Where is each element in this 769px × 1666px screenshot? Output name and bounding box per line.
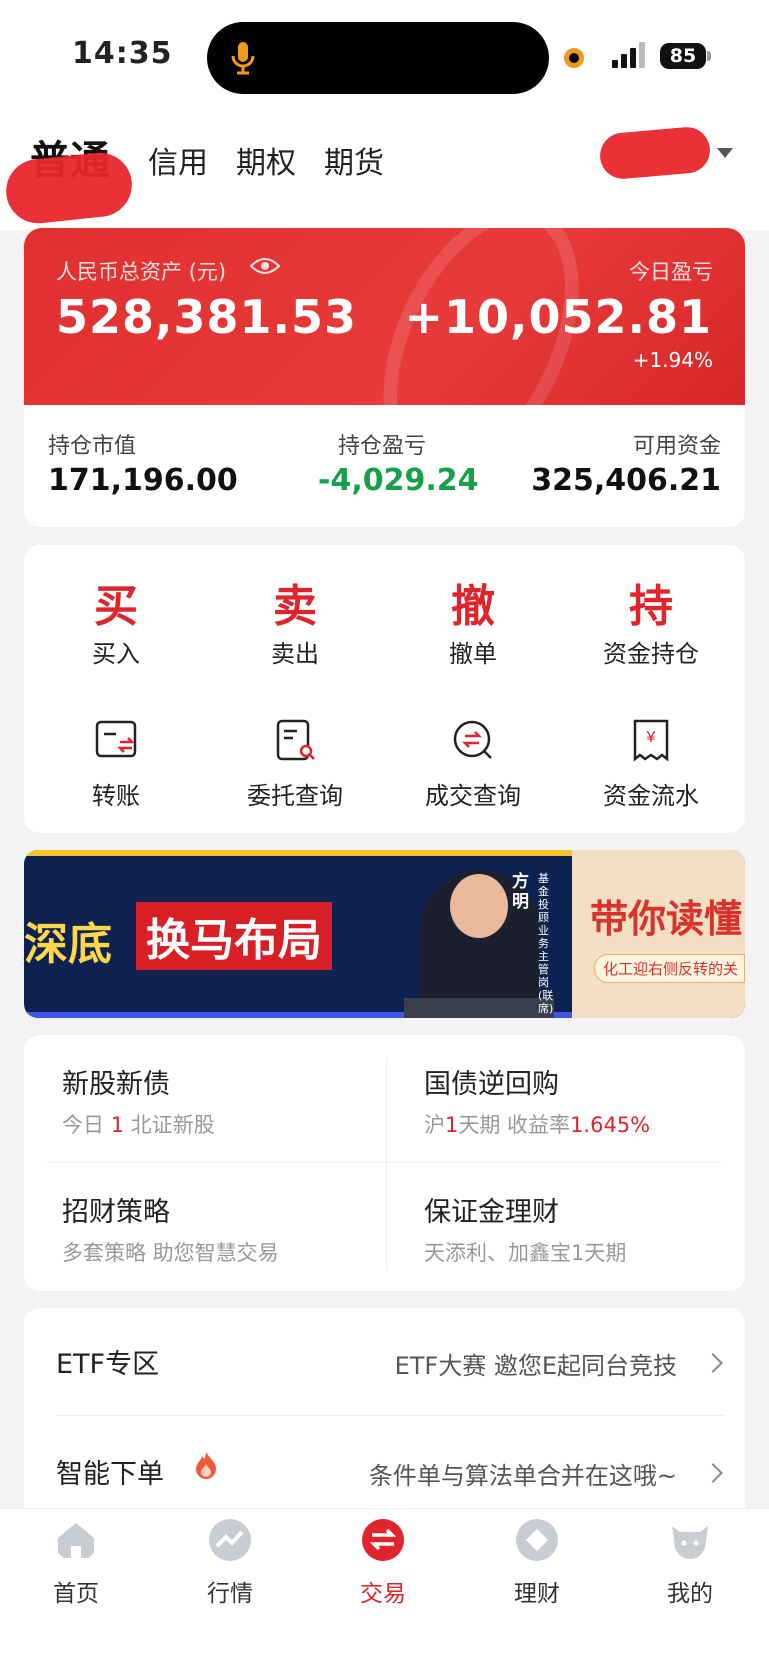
strategy-title: 招财策略 [62, 1197, 170, 1228]
profile-icon [672, 1526, 708, 1559]
nav-trade-label: 交易 [360, 1581, 406, 1607]
sell-glyph: 卖 [273, 581, 317, 632]
transfer-label[interactable]: 转账 [36, 776, 196, 811]
etf-zone-title: ETF专区 [56, 1349, 160, 1380]
transfer-icon[interactable] [94, 718, 138, 762]
nav-wealth[interactable]: 理财 [487, 1518, 587, 1608]
wealth-icon [516, 1519, 558, 1561]
tab-credit[interactable]: 信用 [148, 138, 208, 182]
total-asset-label: 人民币总资产 (元) [56, 260, 227, 284]
row-divider [56, 1415, 724, 1416]
today-pnl-percent: +1.94% [632, 348, 713, 372]
smart-order-desc: 条件单与算法单合并在这哦~ [368, 1462, 677, 1490]
tab-options[interactable]: 期权 [236, 138, 296, 182]
positions-button[interactable]: 持 [591, 570, 711, 634]
holding-pnl-value: -4,029.24 [318, 463, 479, 498]
holding-value: 171,196.00 [48, 463, 238, 498]
banner-right-sub: 化工迎右侧反转的关 [594, 954, 745, 983]
new-ipo-sub: 今日 1 北证新股 [62, 1113, 215, 1137]
tab-futures[interactable]: 期货 [324, 138, 384, 182]
new-ipo-item[interactable]: 新股新债 今日 1 北证新股 [62, 1062, 362, 1139]
chevron-down-icon[interactable] [717, 148, 733, 158]
nav-profile-label: 我的 [667, 1581, 713, 1607]
margin-finance-sub: 天添利、加鑫宝1天期 [424, 1241, 627, 1265]
deal-query-label[interactable]: 成交查询 [393, 776, 553, 811]
buy-glyph: 买 [94, 581, 138, 632]
services-divider-v [386, 1058, 387, 1270]
fund-flow-label[interactable]: 资金流水 [571, 776, 731, 811]
sell-button[interactable]: 卖 [235, 570, 355, 634]
nav-home-label: 首页 [53, 1581, 99, 1607]
battery-icon: 85 [660, 43, 706, 69]
nav-home[interactable]: 首页 [26, 1518, 126, 1608]
available-funds-value: 325,406.21 [531, 463, 721, 498]
battery-nub [707, 51, 711, 61]
reverse-repo-sub: 沪1天期 收益率1.645% [424, 1113, 651, 1137]
dynamic-island [207, 22, 549, 94]
cancel-order-button[interactable]: 撤 [413, 570, 533, 634]
margin-finance-title: 保证金理财 [424, 1197, 559, 1228]
nav-trade[interactable]: 交易 [333, 1518, 433, 1608]
banner-right-title: 带你读懂 [590, 897, 743, 941]
etf-zone-desc: ETF大赛 邀您E起同台竞技 [394, 1352, 677, 1380]
status-time: 14:35 [72, 36, 173, 71]
banner-left-text: 深底 [24, 919, 112, 970]
home-icon [58, 1523, 94, 1558]
nav-market-label: 行情 [207, 1581, 253, 1607]
banner-person-title: 基金投顾业务主管岗(联席) [538, 872, 554, 1015]
trade-icon [362, 1519, 404, 1561]
signal-icon [612, 42, 645, 68]
reverse-repo-item[interactable]: 国债逆回购 沪1天期 收益率1.645% [424, 1062, 724, 1139]
smart-order-title: 智能下单 [56, 1459, 164, 1490]
today-pnl-value: +10,052.81 [404, 290, 712, 344]
banner-main-text: 换马布局 [136, 902, 332, 970]
sell-label[interactable]: 卖出 [215, 634, 375, 669]
total-asset-value: 528,381.53 [56, 290, 358, 344]
strategy-item[interactable]: 招财策略 多套策略 助您智慧交易 [62, 1190, 362, 1267]
flame-icon [196, 1452, 216, 1479]
banner-person-name: 方明 [512, 872, 529, 912]
strategy-sub: 多套策略 助您智慧交易 [62, 1241, 279, 1265]
presenter-face [450, 874, 508, 938]
order-query-label[interactable]: 委托查询 [215, 776, 375, 811]
positions-label[interactable]: 资金持仓 [571, 634, 731, 669]
cancel-glyph: 撤 [451, 581, 495, 632]
market-icon [209, 1519, 251, 1561]
cancel-order-label[interactable]: 撤单 [393, 634, 553, 669]
reverse-repo-title: 国债逆回购 [424, 1069, 559, 1100]
buy-label[interactable]: 买入 [36, 634, 196, 669]
svg-text:¥: ¥ [646, 729, 656, 746]
holding-pnl-label: 持仓盈亏 [338, 434, 427, 459]
eye-icon[interactable] [250, 256, 280, 276]
today-pnl-label: 今日盈亏 [629, 260, 713, 284]
recording-indicator-icon [564, 48, 584, 68]
new-ipo-title: 新股新债 [62, 1069, 170, 1100]
available-funds-label: 可用资金 [632, 434, 721, 459]
microphone-icon [231, 42, 255, 75]
nav-profile[interactable]: 我的 [640, 1518, 740, 1608]
deal-query-icon[interactable] [451, 718, 495, 762]
positions-glyph: 持 [629, 581, 673, 632]
nav-wealth-label: 理财 [514, 1581, 560, 1607]
presenter-desk [404, 998, 554, 1018]
buy-button[interactable]: 买 [56, 570, 176, 634]
nav-market[interactable]: 行情 [180, 1518, 280, 1608]
fund-flow-icon[interactable]: ¥ [629, 718, 673, 762]
margin-finance-item[interactable]: 保证金理财 天添利、加鑫宝1天期 [424, 1190, 724, 1267]
holding-value-label: 持仓市值 [48, 434, 137, 459]
services-divider-h [46, 1162, 722, 1163]
order-query-icon[interactable] [273, 718, 317, 762]
